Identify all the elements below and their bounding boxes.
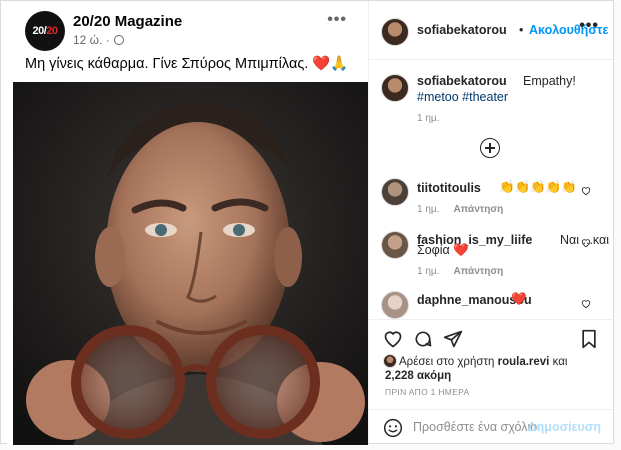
likes-summary: Αρέσει στο χρήστη roula.revi και [399, 356, 568, 368]
post-date[interactable]: ΠΡΙΝ ΑΠΟ 1 ΗΜΕΡΑ [385, 387, 469, 397]
share-paper-plane-icon[interactable] [443, 329, 463, 349]
comment-username[interactable]: tiitotitoulis [417, 181, 481, 195]
media-panel: 20/20 20/20 Magazine 12 ώ. · ••• Μη γίνε… [1, 1, 369, 445]
post-header: sofiabekatorou • Ακολουθήστε ••• [369, 1, 613, 60]
author-avatar[interactable] [381, 18, 409, 46]
globe-icon [113, 35, 124, 45]
page-name: 20/20 Magazine [73, 13, 183, 30]
comment-bubble-icon[interactable] [413, 329, 433, 349]
comment-avatar[interactable] [381, 291, 409, 319]
like-comment-heart-icon[interactable] [581, 238, 591, 248]
comment-text-continued: Σοφία ❤️ [417, 243, 469, 257]
caption-time: 1 ημ. [417, 113, 440, 124]
caption-hashtags[interactable]: #metoo #theater [417, 90, 508, 104]
embedded-post-text: Μη γίνεις κάθαρμα. Γίνε Σπύρος Μπιμπίλας… [25, 56, 349, 72]
comment-text: ❤️ [511, 292, 527, 306]
comment-avatar[interactable] [381, 178, 409, 206]
post-modal: 20/20 20/20 Magazine 12 ώ. · ••• Μη γίνε… [0, 0, 614, 445]
post-time: 12 ώ. · [73, 33, 124, 47]
comment-box: Δημοσίευση [369, 409, 613, 445]
embedded-post-header: 20/20 20/20 Magazine 12 ώ. · ••• [25, 9, 355, 51]
comment-avatar[interactable] [381, 231, 409, 259]
post-details-panel: sofiabekatorou • Ακολουθήστε ••• sofiabe… [369, 1, 613, 443]
like-comment-heart-icon[interactable] [581, 299, 591, 309]
caption-username[interactable]: sofiabekatorou [417, 74, 507, 88]
post-actions: Αρέσει στο χρήστη roula.revi και 2,228 α… [369, 319, 613, 409]
liker-avatar[interactable] [383, 354, 397, 368]
load-more-comments-icon[interactable] [480, 138, 500, 158]
more-options-icon: ••• [327, 11, 347, 28]
portrait-photo [13, 82, 368, 445]
separator-dot: • [519, 23, 524, 37]
comment-text: 👏👏👏👏👏 [499, 180, 577, 194]
page-avatar: 20/20 [25, 11, 65, 51]
more-options-icon[interactable]: ••• [579, 17, 599, 35]
post-comment-button[interactable]: Δημοσίευση [528, 420, 601, 434]
likes-count[interactable]: 2,228 ακόμη [385, 370, 451, 382]
caption-text: Empathy! [523, 74, 576, 88]
reply-button[interactable]: Απάντηση [453, 204, 503, 215]
like-heart-icon[interactable] [383, 329, 403, 349]
reply-button[interactable]: Απάντηση [453, 266, 503, 277]
liker-username[interactable]: roula.revi [498, 356, 550, 368]
comment-meta: 1 ημ. Απάντηση [417, 204, 504, 215]
author-username[interactable]: sofiabekatorou [417, 23, 507, 37]
portrait-illustration [13, 82, 368, 445]
like-comment-heart-icon[interactable] [581, 186, 591, 196]
emoji-icon[interactable] [383, 418, 403, 438]
save-bookmark-icon[interactable] [579, 329, 599, 349]
comment-meta: 1 ημ. Απάντηση [417, 266, 504, 277]
caption-avatar[interactable] [381, 74, 409, 102]
